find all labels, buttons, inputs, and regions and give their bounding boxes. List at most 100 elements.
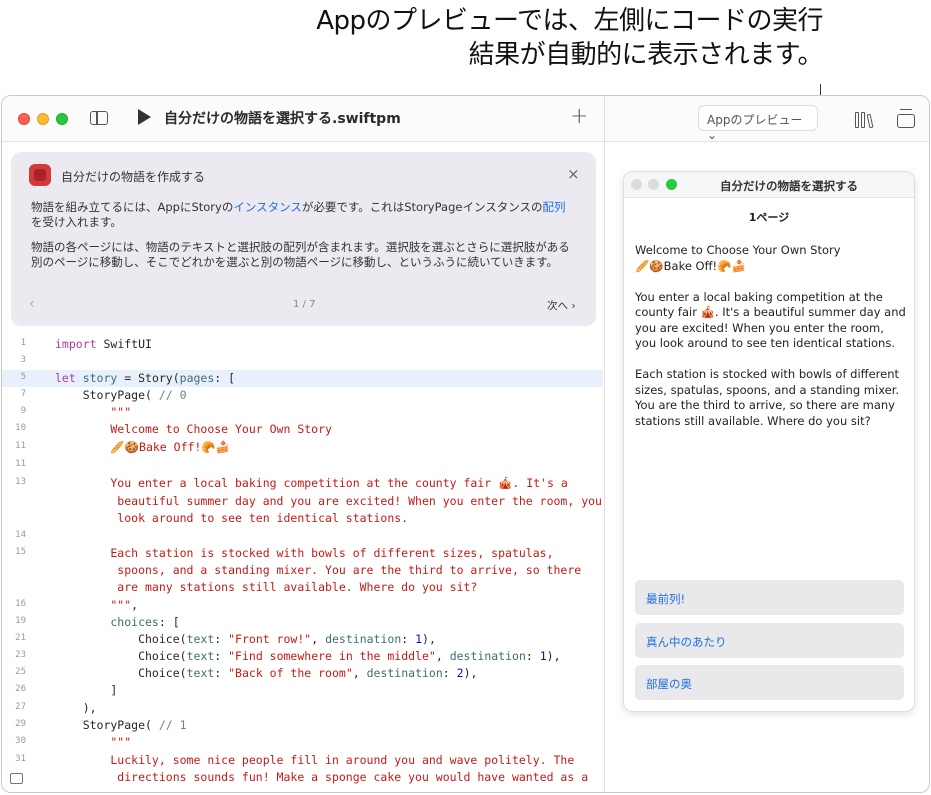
line-number: 5: [20, 372, 26, 382]
tutorial-paragraph-2: 物語の各ページには、物語のテキストと選択肢の配列が含まれます。選択肢を選ぶとさら…: [31, 240, 570, 269]
story-text: Welcome to Choose Your Own Story 🥖🍪Bake …: [635, 243, 906, 428]
previous-step-button[interactable]: ‹: [29, 296, 35, 312]
console-icon[interactable]: [10, 773, 23, 784]
code-line[interactable]: 27 ),: [2, 700, 603, 717]
string-literal: """: [55, 735, 132, 749]
code-line[interactable]: 1 import SwiftUI: [2, 336, 603, 353]
code-line[interactable]: directions sounds fun! Make a sponge cak…: [2, 769, 603, 786]
code-line[interactable]: 26 ]: [2, 682, 603, 699]
string-literal: "Front row!": [228, 632, 312, 646]
code-line[interactable]: 11 🥖🍪Bake Off!🥐🍰: [2, 439, 603, 456]
string-literal: 🥖🍪Bake Off!🥐🍰: [55, 440, 230, 454]
pane-divider[interactable]: [604, 96, 605, 792]
code-line[interactable]: 30 """: [2, 734, 603, 751]
line-number: 14: [15, 530, 26, 540]
code-line[interactable]: 29 StoryPage( // 1: [2, 717, 603, 734]
string-literal: Welcome to Choose Your Own Story: [55, 422, 332, 436]
code-line[interactable]: 25 Choice(text: "Back of the room", dest…: [2, 665, 603, 682]
tutorial-app-icon: [29, 164, 51, 186]
code-line[interactable]: 16 """,: [2, 597, 603, 614]
code-token: SwiftUI: [96, 337, 152, 351]
line-number: 7: [20, 389, 26, 399]
run-play-icon[interactable]: [138, 109, 151, 125]
line-number: 11: [15, 459, 26, 469]
line-number: 15: [15, 547, 26, 557]
sidebar-toggle-icon[interactable]: [90, 111, 108, 125]
line-number: 10: [15, 423, 26, 433]
code-line[interactable]: 10 Welcome to Choose Your Own Story: [2, 421, 603, 438]
callout-line-2: 結果が自動的に表示されます。: [468, 40, 824, 70]
tutorial-title: 自分だけの物語を作成する: [61, 170, 206, 184]
identifier: pages: [179, 371, 215, 385]
code-line[interactable]: spoons, and a standing mixer. You are th…: [2, 562, 603, 579]
code-line[interactable]: 7 StoryPage( // 0: [2, 387, 603, 404]
minimize-window-button[interactable]: [37, 113, 49, 125]
identifier: destination: [366, 666, 443, 680]
choice-button-back[interactable]: 部屋の奥: [635, 665, 904, 700]
code-token: : [: [214, 371, 236, 385]
choice-button-middle[interactable]: 真ん中のあたり: [635, 623, 904, 658]
close-window-button[interactable]: [18, 113, 30, 125]
add-button[interactable]: +: [570, 104, 588, 129]
line-number: 13: [15, 477, 26, 487]
app-preview-menu[interactable]: Appのプレビュー ⌄: [698, 105, 818, 142]
keyword: import: [55, 337, 97, 351]
page-label: 1ページ: [748, 211, 790, 224]
keyword: let: [55, 371, 76, 385]
number-literal: 1: [539, 649, 547, 663]
code-line[interactable]: 13 You enter a local baking competition …: [2, 475, 603, 492]
line-number: 29: [15, 719, 26, 729]
close-icon[interactable]: ×: [567, 165, 580, 183]
line-number: 23: [15, 650, 26, 660]
array-link[interactable]: 配列: [543, 200, 566, 214]
string-literal: Each station is stocked with bowls of di…: [55, 546, 554, 560]
code-line[interactable]: look around to see ten identical station…: [2, 510, 603, 527]
zoom-window-button[interactable]: [56, 113, 68, 125]
code-line[interactable]: 14: [2, 528, 603, 545]
code-line-highlighted[interactable]: 5 let story = Story(pages: [: [2, 370, 603, 387]
code-line[interactable]: 3: [2, 353, 603, 370]
number-literal: 2: [456, 666, 464, 680]
playgrounds-window: 自分だけの物語を選択する.swiftpm + Appのプレビュー ⌄ 自分だけの…: [1, 95, 930, 793]
code-token: StoryPage(: [55, 718, 159, 732]
tutorial-paragraph-1: 物語を組み立てるには、AppにStoryのインスタンスが必要です。これはStor…: [31, 200, 571, 230]
next-step-button[interactable]: 次へ ›: [547, 298, 576, 313]
code-line[interactable]: beautiful summer day and you are excited…: [2, 493, 603, 510]
line-number: 3: [20, 355, 26, 365]
code-token: Choice(: [55, 632, 187, 646]
string-literal: """: [55, 598, 132, 612]
code-line[interactable]: 23 Choice(text: "Find somewhere in the m…: [2, 648, 603, 665]
project-title: 自分だけの物語を選択する.swiftpm: [164, 111, 401, 127]
code-line[interactable]: are many stations still available. Where…: [2, 579, 603, 596]
comment: // 0: [158, 388, 187, 402]
instance-link[interactable]: インスタンス: [233, 200, 302, 214]
line-number: 31: [15, 754, 26, 764]
code-token: = Story(: [117, 371, 180, 385]
code-token: ),: [55, 701, 97, 715]
line-number: 27: [15, 702, 26, 712]
line-number: 30: [15, 736, 26, 746]
code-editor[interactable]: 1 import SwiftUI 3 5 let story = Story(pag…: [2, 336, 603, 791]
string-literal: You enter a local baking competition at …: [55, 476, 568, 490]
code-token: Choice(: [55, 649, 187, 663]
code-line[interactable]: 19 choices: [: [2, 614, 603, 631]
choice-button-front-row[interactable]: 最前列!: [635, 580, 904, 615]
line-number: 11: [15, 441, 26, 451]
tutorial-text: が必要です。これはStoryPageインスタンスの: [301, 200, 543, 214]
window-stack-icon[interactable]: [897, 109, 915, 129]
code-line[interactable]: 31 Luckily, some nice people fill in aro…: [2, 752, 603, 769]
code-line[interactable]: 9 """: [2, 404, 603, 421]
identifier: destination: [449, 649, 526, 663]
app-preview-window: 自分だけの物語を選択する 1ページ Welcome to Choose Your…: [623, 171, 915, 712]
identifier: text: [186, 632, 215, 646]
identifier: text: [186, 649, 215, 663]
library-icon[interactable]: [855, 110, 877, 129]
line-number: 9: [20, 406, 26, 416]
code-line[interactable]: 15 Each station is stocked with bowls of…: [2, 545, 603, 562]
line-number: 16: [15, 599, 26, 609]
string-literal: Luckily, some nice people fill in around…: [55, 753, 575, 767]
code-line[interactable]: 21 Choice(text: "Front row!", destinatio…: [2, 631, 603, 648]
code-line[interactable]: 11: [2, 457, 603, 474]
string-literal: "Back of the room": [228, 666, 353, 680]
string-literal: directions sounds fun! Make a sponge cak…: [55, 770, 589, 784]
